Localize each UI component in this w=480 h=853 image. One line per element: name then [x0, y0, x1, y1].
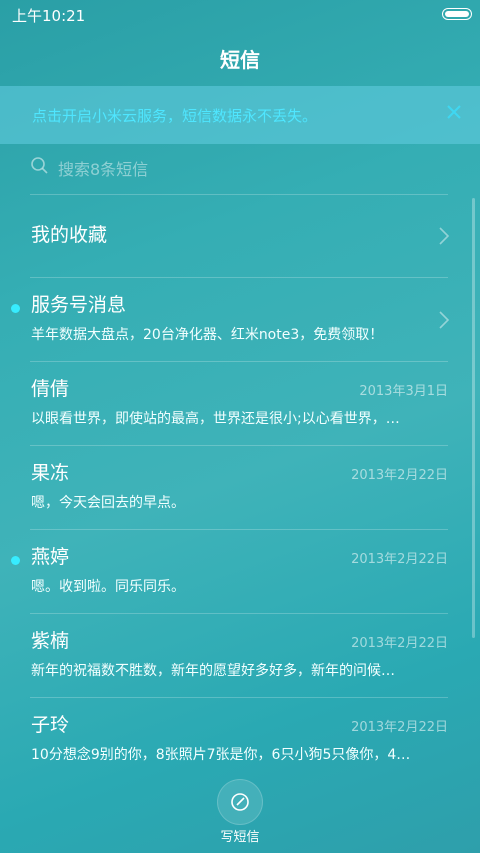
list-item[interactable]: 子玲 2013年2月22日 10分想念9别的你，8张照片7张是你，6只小狗5只像…	[0, 698, 480, 782]
unread-dot	[11, 556, 20, 565]
list-item[interactable]: 紫楠 2013年2月22日 新年的祝福数不胜数，新年的愿望好多好多，新年的问候…	[0, 614, 480, 698]
close-icon[interactable]	[442, 100, 466, 124]
contact-name: 紫楠	[31, 630, 70, 652]
compose-label: 写短信	[220, 830, 260, 845]
message-preview: 以眼看世界，即使站的最高，世界还是很小;以心看世界，…	[31, 411, 400, 427]
status-time: 上午10:21	[12, 7, 86, 25]
contact-name: 倩倩	[31, 378, 70, 400]
battery-icon	[442, 8, 472, 20]
message-date: 2013年3月1日	[359, 384, 448, 399]
search-input[interactable]: 搜索8条短信	[30, 152, 450, 182]
message-date: 2013年2月22日	[351, 720, 448, 735]
chevron-right-icon	[439, 227, 450, 245]
compose-icon	[231, 793, 249, 811]
list-item[interactable]: 果冻 2013年2月22日 嗯，今天会回去的早点。	[0, 446, 480, 530]
favorites-item[interactable]: 我的收藏	[0, 194, 480, 278]
message-date: 2013年2月22日	[351, 636, 448, 651]
message-preview: 嗯。收到啦。同乐同乐。	[31, 579, 185, 595]
unread-dot	[11, 304, 20, 313]
page-title: 短信	[220, 48, 260, 72]
search-placeholder: 搜索8条短信	[58, 160, 149, 179]
scrollbar[interactable]	[472, 198, 475, 638]
contact-name: 服务号消息	[31, 294, 127, 316]
message-preview: 嗯，今天会回去的早点。	[31, 495, 185, 511]
message-date: 2013年2月22日	[351, 552, 448, 567]
search-icon	[31, 157, 48, 174]
cloud-service-banner[interactable]: 点击开启小米云服务，短信数据永不丢失。	[0, 86, 480, 144]
contact-name: 燕婷	[31, 546, 70, 568]
contact-name: 子玲	[31, 714, 70, 736]
favorites-label: 我的收藏	[31, 224, 108, 246]
contact-name: 果冻	[31, 462, 70, 484]
list-item-service[interactable]: 服务号消息 羊年数据大盘点，20台净化器、红米note3，免费领取！	[0, 278, 480, 362]
list-item[interactable]: 倩倩 2013年3月1日 以眼看世界，即使站的最高，世界还是很小;以心看世界，…	[0, 362, 480, 446]
message-date: 2013年2月22日	[351, 468, 448, 483]
list-item[interactable]: 燕婷 2013年2月22日 嗯。收到啦。同乐同乐。	[0, 530, 480, 614]
status-bar: 上午10:21	[0, 0, 480, 28]
banner-text: 点击开启小米云服务，短信数据永不丢失。	[32, 107, 318, 125]
compose-button[interactable]	[217, 779, 263, 825]
message-preview: 羊年数据大盘点，20台净化器、红米note3，免费领取！	[31, 327, 384, 343]
message-preview: 10分想念9别的你，8张照片7张是你，6只小狗5只像你，4…	[31, 747, 411, 763]
message-preview: 新年的祝福数不胜数，新年的愿望好多好多，新年的问候…	[31, 663, 395, 679]
